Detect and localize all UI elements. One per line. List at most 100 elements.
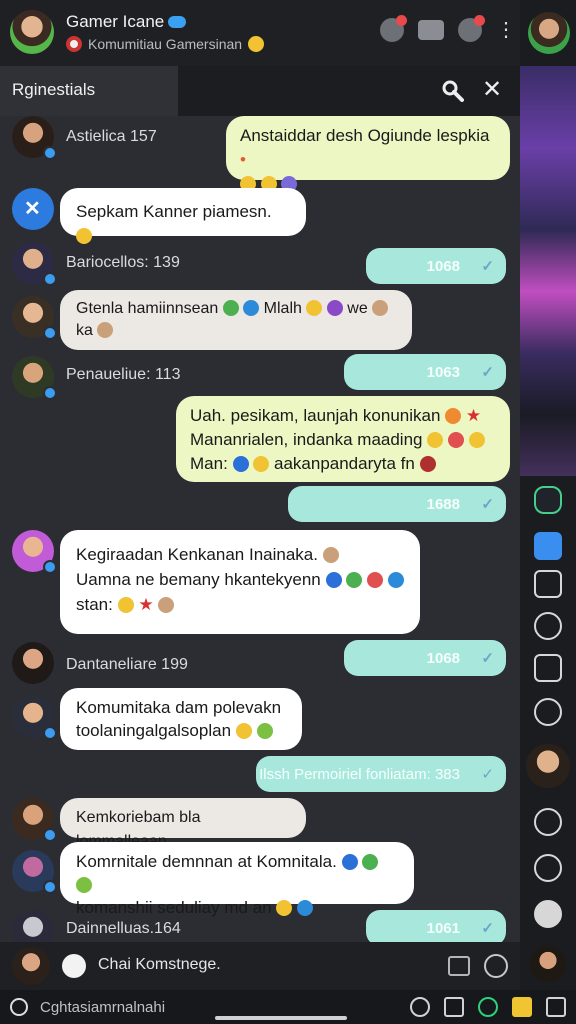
emoji-icon: [387, 572, 404, 588]
user-icon[interactable]: [534, 698, 562, 726]
game-icon[interactable]: [458, 15, 485, 42]
emoji-icon: [297, 900, 314, 916]
message-input[interactable]: Chai Komstnege.: [98, 956, 221, 974]
message-count-badge[interactable]: Ilssh Permoiriel fonliatam: 383 ✓: [256, 756, 506, 792]
count-text: 1063: [426, 364, 460, 381]
message-text: Komrnitale demnnan at Komnitala.: [76, 852, 337, 871]
search-bar-label: Rginestials: [12, 80, 96, 99]
emoji-icon: [306, 300, 323, 316]
group-avatar[interactable]: [10, 10, 54, 54]
message-text: ka: [76, 322, 93, 339]
more-options-icon[interactable]: ⋮: [496, 20, 516, 40]
message-count-badge[interactable]: 1063 ✓: [344, 354, 506, 390]
sender-name: Bariocellos: 139: [66, 254, 180, 271]
incoming-message[interactable]: Sepkam Kanner piamesn.: [60, 188, 306, 244]
avatar[interactable]: [12, 530, 57, 574]
avatar[interactable]: [12, 910, 54, 942]
incoming-message[interactable]: Komrnitale demnnan at Komnitala. komansh…: [60, 842, 414, 917]
more-icon[interactable]: [534, 900, 562, 928]
sticker-icon[interactable]: [448, 956, 470, 976]
sender-name: Dantaneliare 199: [66, 656, 188, 673]
avatar[interactable]: [12, 696, 57, 740]
emoji-icon: [445, 408, 462, 424]
emoji-icon: [322, 547, 339, 563]
outgoing-message[interactable]: Uah. pesikam, launjah konunikan ★ Mananr…: [176, 396, 510, 482]
message-text: Gtenla hamiinnsean: [76, 300, 219, 317]
star-emoji-icon: ★: [138, 595, 154, 614]
message-count-badge[interactable]: 1068 ✓: [366, 248, 506, 284]
outgoing-message[interactable]: Anstaiddar desh Ogiunde lespkia •: [226, 116, 510, 192]
check-icon: ✓: [481, 650, 494, 667]
share-icon[interactable]: [444, 997, 464, 1017]
avatar[interactable]: [12, 296, 57, 340]
smile-emoji-icon: [248, 36, 265, 52]
search-icon[interactable]: [442, 80, 464, 102]
message-count-badge[interactable]: 1061 ✓: [366, 910, 506, 942]
message-list[interactable]: Astielica 157 Anstaiddar desh Ogiunde le…: [0, 116, 520, 942]
incoming-message[interactable]: Komumitaka dam polevakn toolaningalgalso…: [60, 688, 302, 750]
message-input-bar: Chai Komstnege.: [0, 942, 520, 990]
message-count-badge[interactable]: 1688 ✓: [288, 486, 506, 522]
avatar[interactable]: [12, 850, 57, 894]
notification-icon[interactable]: [380, 15, 407, 42]
emoji-icon: [253, 456, 270, 472]
avatar[interactable]: [12, 242, 57, 286]
check-icon: ✓: [481, 364, 494, 381]
right-sidebar: [520, 0, 576, 990]
emoji-picker-icon[interactable]: [484, 954, 508, 978]
check-icon: ✓: [481, 766, 494, 783]
gallery-icon[interactable]: [512, 997, 532, 1017]
message-text: stan:: [76, 595, 113, 614]
attach-icon[interactable]: [62, 954, 86, 978]
emoji-icon: [222, 300, 239, 316]
grid-icon[interactable]: [534, 486, 562, 514]
count-text: 1068: [426, 650, 460, 667]
emoji-icon: [362, 854, 379, 870]
avatar[interactable]: [12, 642, 54, 684]
avatar[interactable]: [526, 744, 570, 788]
message-text: aakanpandaryta fn: [274, 454, 415, 473]
count-text: 1061: [426, 920, 460, 937]
bottom-bar: Cghtasiamrnalnahi: [0, 990, 576, 1024]
camera-icon[interactable]: [534, 570, 562, 598]
game-scene-image: [520, 66, 576, 476]
message-count-badge[interactable]: 1068 ✓: [344, 640, 506, 676]
incoming-message[interactable]: Kegiraadan Kenkanan Inainaka. Uamna ne b…: [60, 530, 420, 634]
layout-icon[interactable]: [534, 654, 562, 682]
mail-icon[interactable]: [534, 532, 562, 560]
avatar[interactable]: ✕: [12, 188, 54, 230]
message-text: Uamna ne bemany hkantekyenn: [76, 570, 321, 589]
avatar[interactable]: [530, 946, 566, 982]
chat-title[interactable]: Gamer Icane: [66, 12, 187, 32]
count-text: Ilssh Permoiriel fonliatam: 383: [259, 766, 460, 783]
power-icon[interactable]: [10, 998, 28, 1016]
video-icon[interactable]: [418, 20, 444, 40]
message-text: Man:: [190, 454, 228, 473]
message-text: Sepkam Kanner piamesn.: [76, 202, 272, 221]
avatar[interactable]: [12, 798, 57, 842]
circle-icon[interactable]: [410, 997, 430, 1017]
check-icon: ✓: [481, 920, 494, 937]
avatar[interactable]: [12, 356, 57, 400]
contacts-icon[interactable]: [534, 808, 562, 836]
emoji-icon: [158, 597, 175, 613]
copy-icon[interactable]: [546, 997, 566, 1017]
network-icon[interactable]: [534, 854, 562, 882]
incoming-message[interactable]: Kemkoriebam bla lommalleaan: [60, 798, 306, 850]
message-text: Anstaiddar desh Ogiunde lespkia: [240, 126, 490, 145]
avatar[interactable]: [12, 116, 57, 160]
avatar[interactable]: [12, 947, 50, 985]
profile-avatar[interactable]: [528, 12, 570, 54]
verified-badge-icon: [168, 16, 187, 28]
location-icon[interactable]: [534, 612, 562, 640]
home-indicator[interactable]: [215, 1016, 347, 1020]
emoji-icon: [276, 900, 293, 916]
incoming-message[interactable]: Gtenla hamiinnsean Mlalh we ka: [60, 290, 412, 350]
emoji-icon: [468, 432, 485, 448]
emoji-icon: [243, 300, 260, 316]
emoji-icon: •: [240, 150, 246, 169]
status-icon[interactable]: [478, 997, 498, 1017]
search-field-area[interactable]: [178, 66, 520, 116]
close-icon[interactable]: ✕: [482, 78, 504, 102]
emoji-icon: [372, 300, 389, 316]
